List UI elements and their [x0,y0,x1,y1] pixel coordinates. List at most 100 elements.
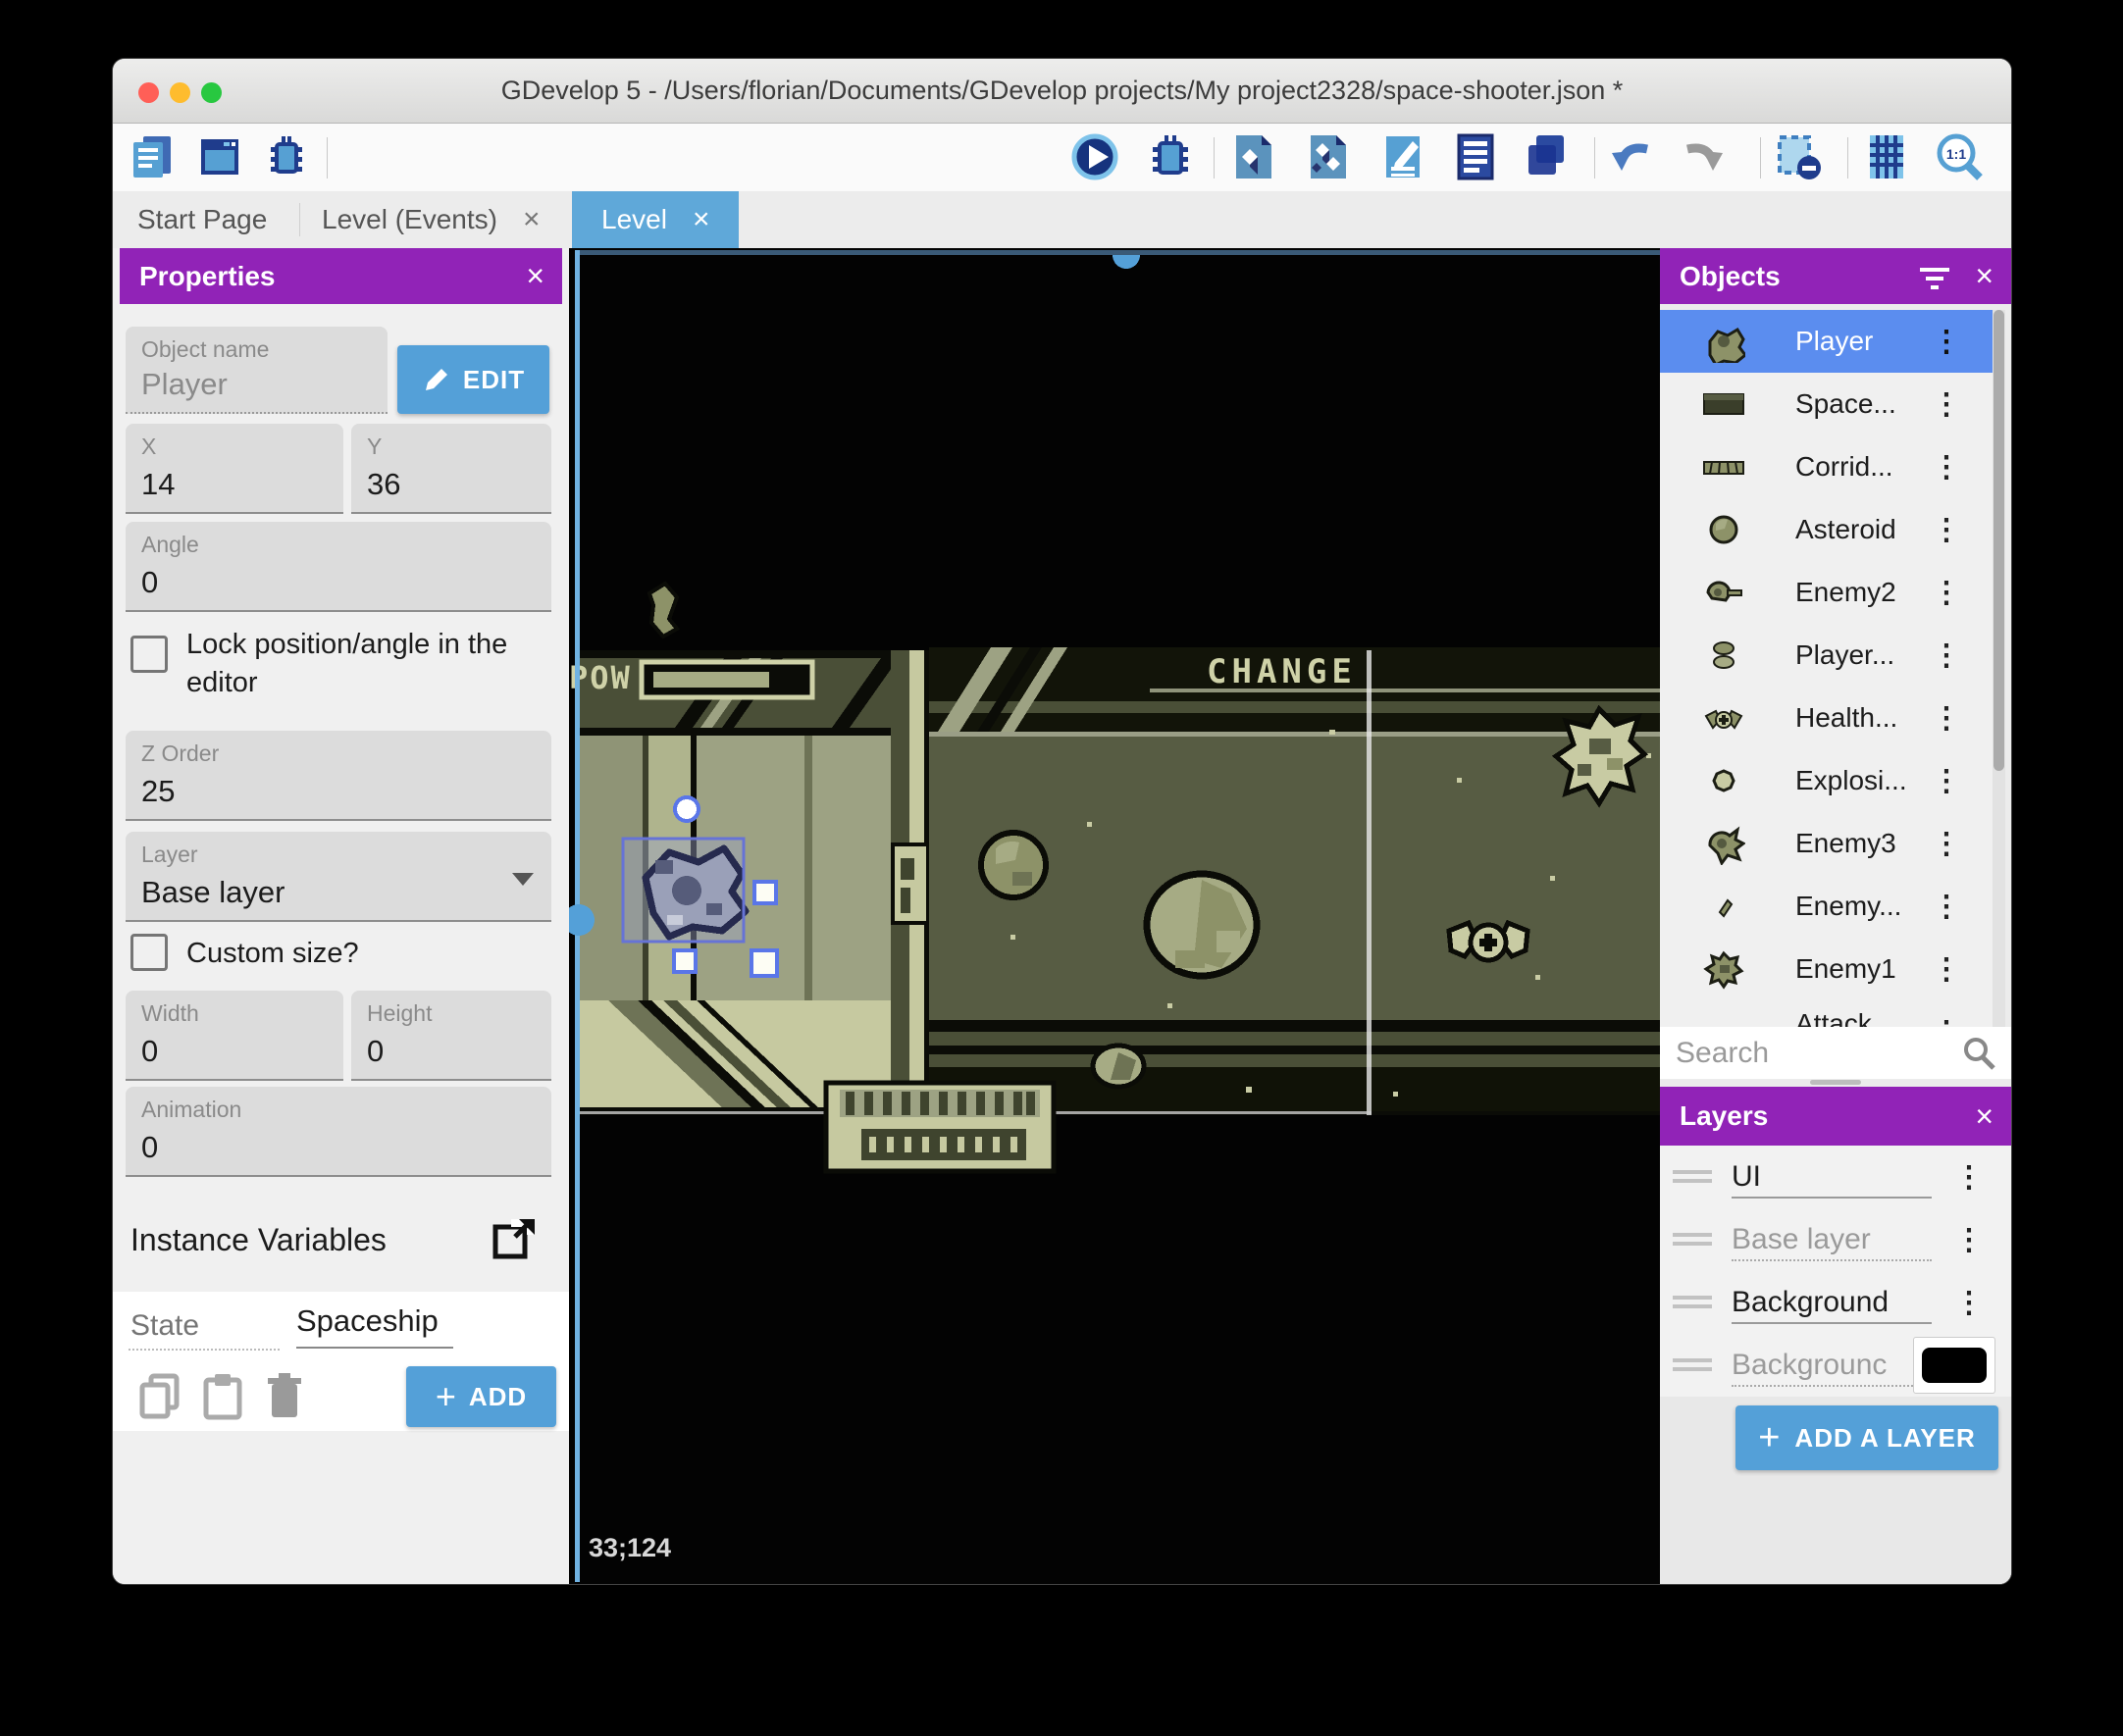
debugger-icon[interactable] [261,131,312,182]
drag-handle-icon[interactable] [1673,1358,1712,1372]
object-name: Asteroid [1795,514,1896,544]
object-row-explosion[interactable]: Explosi... ⋮ [1660,749,1998,813]
object-row-enemy2[interactable]: Enemy2 ⋮ [1660,561,1998,625]
add-layer-button[interactable]: + ADD A LAYER [1735,1405,1998,1470]
y-field[interactable]: Y 36 [351,424,551,514]
lock-position-checkbox[interactable] [130,636,168,673]
close-icon[interactable]: × [693,203,710,236]
layer-row-ui[interactable]: UI ⋮ [1660,1146,2011,1208]
angle-field[interactable]: Angle 0 [126,522,551,612]
animation-field[interactable]: Animation 0 [126,1087,551,1177]
scene-canvas[interactable]: POW CHANGE 33;124 [569,248,1660,1584]
object-row-player-bullet[interactable]: Player... ⋮ [1660,624,1998,688]
close-icon[interactable]: × [1975,1098,1994,1135]
svg-text:CHANGE: CHANGE [1207,652,1357,691]
redo-icon[interactable] [1680,131,1731,182]
close-icon[interactable]: × [1975,258,1994,294]
object-row-partial[interactable]: Attack... ⋮ [1660,1000,1998,1027]
tab-start-page[interactable]: Start Page [113,191,291,248]
player-bullet-icon [1713,641,1735,669]
trash-icon[interactable] [265,1372,304,1421]
object-groups-icon[interactable] [1303,131,1354,182]
scene-render: POW CHANGE [569,248,1660,1584]
layer-row-base-layer[interactable]: Base layer ⋮ [1660,1208,2011,1271]
layer-row-background[interactable]: Background ⋮ [1660,1271,2011,1334]
drag-handle-icon[interactable] [1673,1296,1712,1309]
variable-value[interactable]: Spaceship [296,1303,453,1349]
layer-underline [1732,1385,1932,1387]
layer-color-swatch[interactable] [1913,1337,1995,1394]
object-menu-icon[interactable]: ⋮ [1932,827,1961,861]
search-input[interactable] [1674,1033,1942,1074]
variable-name-input[interactable] [129,1303,280,1351]
close-icon[interactable]: × [523,203,541,236]
enemy2-icon [1706,581,1742,602]
project-manager-icon[interactable] [128,131,179,182]
player-ship-icon [1708,327,1745,363]
layer-menu-icon[interactable]: ⋮ [1954,1160,1984,1195]
paste-icon[interactable] [201,1372,244,1421]
z-order-field[interactable]: Z Order 25 [126,731,551,821]
layers-header: Layers × [1660,1087,2011,1146]
object-menu-icon[interactable]: ⋮ [1932,952,1961,987]
tab-level[interactable]: Level × [572,191,740,248]
object-menu-icon[interactable]: ⋮ [1932,1015,1961,1028]
objects-scrollbar[interactable] [1993,310,2005,1027]
play-icon[interactable] [1069,131,1120,182]
instances-list-icon[interactable] [1450,131,1501,182]
object-menu-icon[interactable]: ⋮ [1932,576,1961,610]
object-row-asteroid[interactable]: Asteroid ⋮ [1660,498,1998,562]
object-menu-icon[interactable]: ⋮ [1932,638,1961,673]
window-icon[interactable] [194,131,245,182]
add-variable-button[interactable]: + ADD [406,1366,556,1427]
object-menu-icon[interactable]: ⋮ [1932,387,1961,422]
drag-handle-icon[interactable] [1673,1233,1712,1247]
layer-underline [1732,1197,1932,1199]
debug-icon[interactable] [1145,131,1196,182]
copy-icon[interactable] [137,1372,184,1421]
edit-button[interactable]: EDIT [397,345,549,414]
x-field[interactable]: X 14 [126,424,343,514]
layer-menu-icon[interactable]: ⋮ [1954,1223,1984,1257]
field-label: Z Order [141,740,220,766]
height-field[interactable]: Height 0 [351,991,551,1081]
panel-resize-grip[interactable] [1810,1080,1861,1085]
grid-icon[interactable] [1861,131,1912,182]
layer-row-background2[interactable]: Backgrounc [1660,1334,2011,1397]
open-in-new-icon[interactable] [492,1217,535,1260]
object-row-player[interactable]: Player ⋮ [1660,310,1998,374]
properties-icon[interactable] [1377,131,1428,182]
object-menu-icon[interactable]: ⋮ [1932,325,1961,359]
close-icon[interactable]: × [526,258,544,294]
object-menu-icon[interactable]: ⋮ [1932,890,1961,924]
tab-label: Start Page [137,204,268,234]
window-mask-icon[interactable] [1773,131,1824,182]
zoom-1-1-icon[interactable]: 1:1 [1934,131,1985,182]
drag-handle-icon[interactable] [1673,1170,1712,1184]
layer-select[interactable]: Layer Base layer [126,832,551,922]
layers-icon[interactable] [1519,131,1570,182]
object-menu-icon[interactable]: ⋮ [1932,701,1961,736]
object-row-enemy-bullet[interactable]: Enemy... ⋮ [1660,875,1998,939]
object-row-enemy1[interactable]: Enemy1 ⋮ [1660,938,1998,1001]
layer-menu-icon[interactable]: ⋮ [1954,1286,1984,1320]
object-menu-icon[interactable]: ⋮ [1932,513,1961,547]
object-row-space[interactable]: Space... ⋮ [1660,373,1998,436]
plus-icon: + [1758,1416,1782,1458]
object-row-corridor[interactable]: Corrid... ⋮ [1660,435,1998,499]
enemy3-icon [1708,826,1745,865]
tab-level-events[interactable]: Level (Events) × [300,191,562,248]
object-menu-icon[interactable]: ⋮ [1932,450,1961,485]
scrollbar-thumb[interactable] [1994,310,2004,771]
undo-icon[interactable] [1604,131,1655,182]
custom-size-checkbox[interactable] [130,934,168,971]
width-field[interactable]: Width 0 [126,991,343,1081]
filter-icon[interactable] [1918,262,1951,291]
svg-text:1:1: 1:1 [1946,146,1966,162]
object-menu-icon[interactable]: ⋮ [1932,764,1961,798]
objects-editor-icon[interactable] [1228,131,1279,182]
object-row-enemy3[interactable]: Enemy3 ⋮ [1660,812,1998,876]
space-background-icon [1703,393,1744,415]
variables-section: Spaceship + ADD [113,1292,569,1431]
object-row-health[interactable]: Health... ⋮ [1660,687,1998,750]
